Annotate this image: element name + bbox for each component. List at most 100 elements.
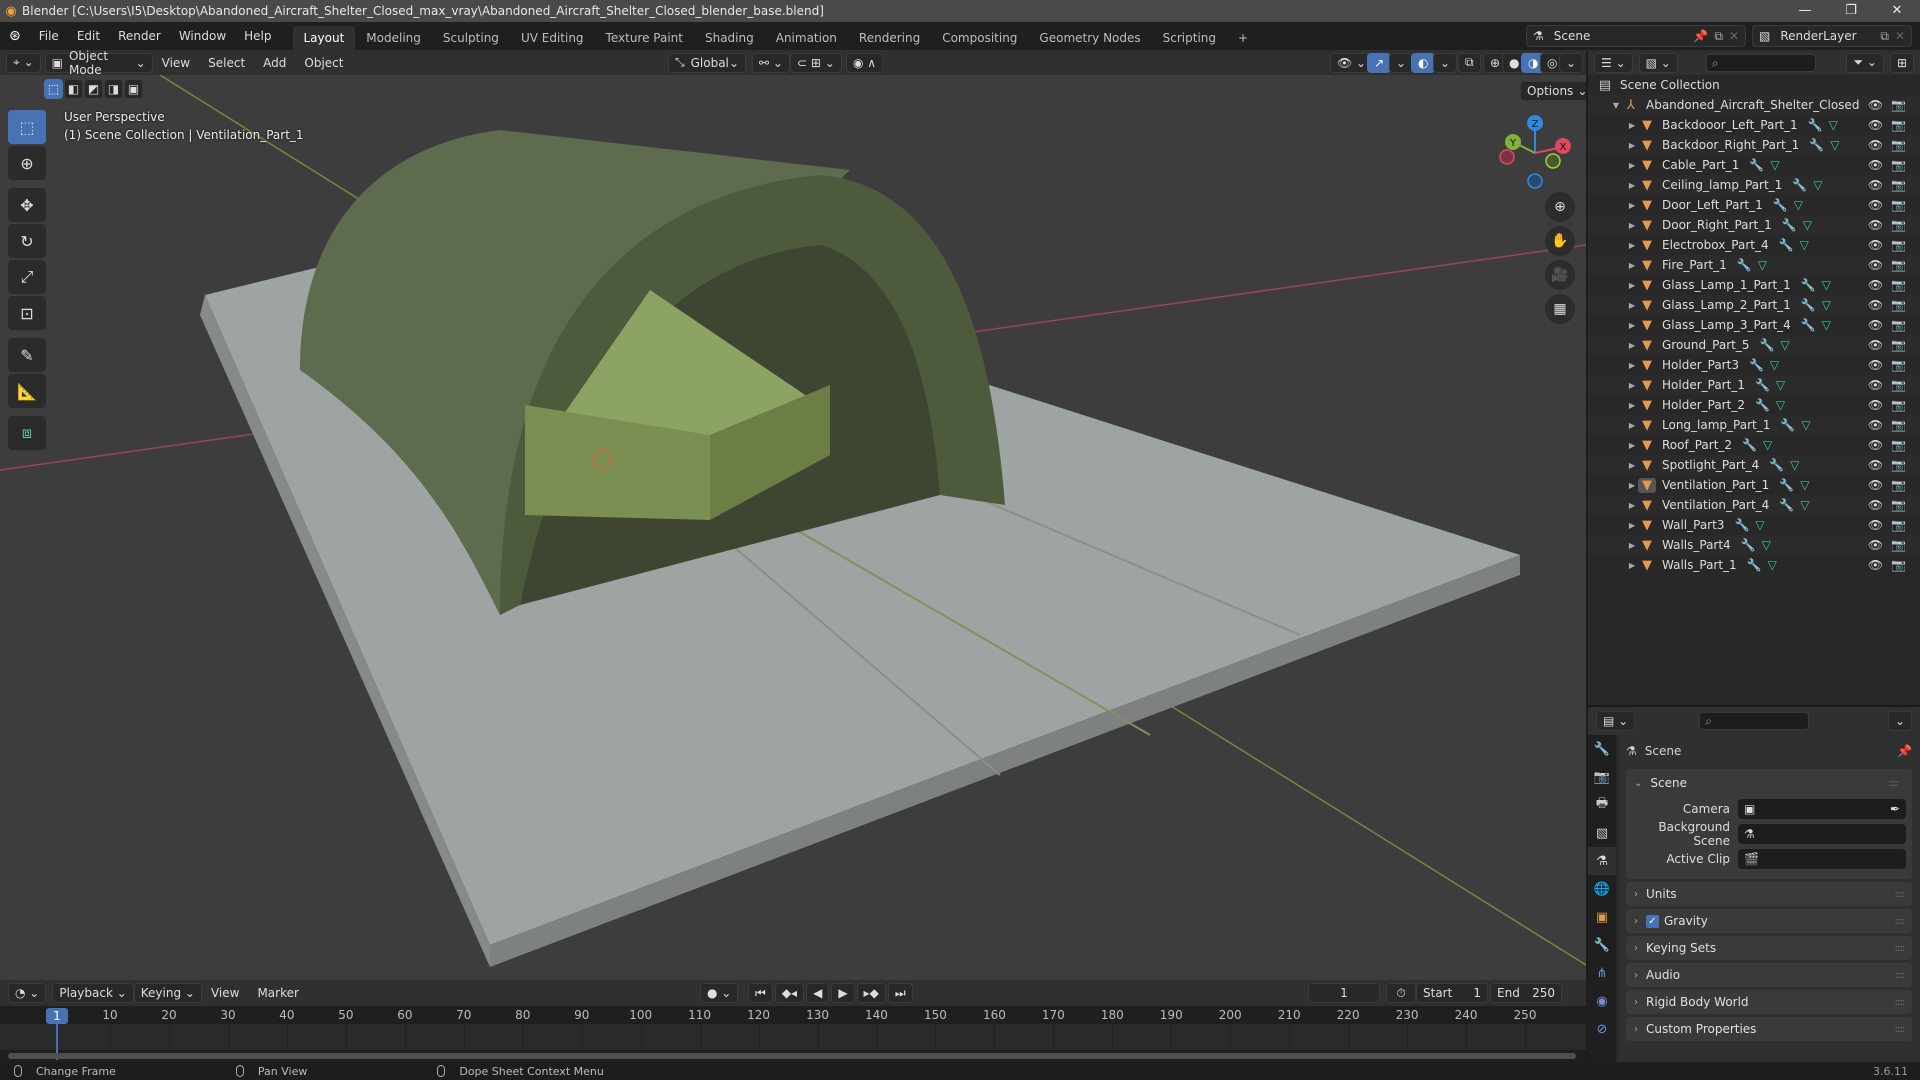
tab-layout[interactable]: Layout bbox=[292, 26, 356, 50]
playback-menu[interactable]: Playback ⌄ bbox=[52, 983, 134, 1003]
expand-arrow-icon[interactable]: ▶ bbox=[1626, 381, 1638, 390]
pan-hand-icon[interactable]: ✋ bbox=[1545, 226, 1575, 256]
proportional-edit-toggle[interactable]: ◉ ∧ bbox=[846, 52, 884, 73]
modifier-wrench-icon[interactable]: 🔧 bbox=[1741, 538, 1756, 552]
select-subtract-icon[interactable]: ◩ bbox=[84, 79, 103, 99]
shading-dropdown[interactable]: ⌄ bbox=[1559, 52, 1584, 73]
tab-compositing[interactable]: Compositing bbox=[931, 26, 1028, 50]
filter-button[interactable]: ⏷ ⌄ bbox=[1846, 52, 1884, 73]
eye-icon[interactable]: 👁 bbox=[1868, 298, 1883, 312]
expand-arrow-icon[interactable]: ▶ bbox=[1626, 301, 1638, 310]
mesh-data-icon[interactable]: ▽ bbox=[1800, 478, 1809, 492]
tool-tab-icon[interactable]: 🔧 bbox=[1588, 735, 1616, 763]
outliner-object-row[interactable]: ▶ ▼ Glass_Lamp_1_Part_1 🔧 ▽ 👁 📷 bbox=[1588, 275, 1920, 295]
eye-icon[interactable]: 👁 bbox=[1868, 178, 1883, 192]
mesh-data-icon[interactable]: ▽ bbox=[1829, 118, 1838, 132]
viewport-menu-select[interactable]: Select bbox=[199, 56, 254, 70]
render-camera-icon[interactable]: 📷 bbox=[1891, 438, 1906, 452]
drag-grip-icon[interactable]: :::: bbox=[1895, 916, 1906, 927]
eye-icon[interactable]: 👁 bbox=[1868, 278, 1883, 292]
modifier-wrench-icon[interactable]: 🔧 bbox=[1734, 518, 1749, 532]
tab-scripting[interactable]: Scripting bbox=[1152, 26, 1227, 50]
modifier-wrench-icon[interactable]: 🔧 bbox=[1749, 358, 1764, 372]
background-scene-field[interactable]: ⚗ bbox=[1738, 824, 1906, 844]
gravity-checkbox[interactable]: ✓ bbox=[1646, 914, 1659, 928]
render-camera-icon[interactable]: 📷 bbox=[1891, 458, 1906, 472]
tab-modeling[interactable]: Modeling bbox=[355, 26, 432, 50]
scene-section-header[interactable]: ⌄ Scene :::: bbox=[1626, 771, 1906, 795]
mesh-data-icon[interactable]: ▽ bbox=[1794, 198, 1803, 212]
new-view-layer-icon[interactable]: ⧉ bbox=[1880, 29, 1889, 44]
eye-icon[interactable]: 👁 bbox=[1868, 118, 1883, 132]
modifier-wrench-icon[interactable]: 🔧 bbox=[1779, 498, 1794, 512]
modifier-wrench-icon[interactable]: 🔧 bbox=[1755, 378, 1770, 392]
scene-selector[interactable]: ⚗ Scene 📌 ⧉ ✕ bbox=[1526, 25, 1746, 47]
modifier-wrench-icon[interactable]: 🔧 bbox=[1759, 338, 1774, 352]
mode-selector[interactable]: ▣ Object Mode ⌄ bbox=[44, 49, 153, 77]
physics-tab-icon[interactable]: ◉ bbox=[1588, 987, 1616, 1015]
modifier-wrench-icon[interactable]: 🔧 bbox=[1809, 138, 1824, 152]
eye-icon[interactable]: 👁 bbox=[1868, 398, 1883, 412]
render-camera-icon[interactable]: 📷 bbox=[1891, 198, 1906, 212]
menu-edit[interactable]: Edit bbox=[68, 29, 109, 43]
outliner-object-row[interactable]: ▶ ▼ Walls_Part4 🔧 ▽ 👁 📷 bbox=[1588, 535, 1920, 555]
timeline-menu-marker[interactable]: Marker bbox=[248, 986, 307, 1000]
current-frame-field[interactable]: 1 bbox=[1308, 983, 1380, 1003]
keying-menu[interactable]: Keying ⌄ bbox=[133, 983, 202, 1003]
outliner-object-row[interactable]: ▶ ▼ Door_Right_Part_1 🔧 ▽ 👁 📷 bbox=[1588, 215, 1920, 235]
collection-row[interactable]: ▼ ⅄ Abandoned_Aircraft_Shelter_Closed 👁 📷 bbox=[1588, 95, 1920, 115]
viewport-menu-add[interactable]: Add bbox=[254, 56, 295, 70]
viewport-menu-view[interactable]: View bbox=[153, 56, 199, 70]
render-camera-icon[interactable]: 📷 bbox=[1891, 398, 1906, 412]
outliner-object-row[interactable]: ▶ ▼ Electrobox_Part_4 🔧 ▽ 👁 📷 bbox=[1588, 235, 1920, 255]
render-camera-icon[interactable]: 📷 bbox=[1891, 118, 1906, 132]
mesh-data-icon[interactable]: ▽ bbox=[1762, 538, 1771, 552]
eye-icon[interactable]: 👁 bbox=[1868, 418, 1883, 432]
gizmo-neg-y-icon[interactable] bbox=[1545, 153, 1561, 169]
render-camera-icon[interactable]: 📷 bbox=[1891, 178, 1906, 192]
annotate-tool-icon[interactable]: ✎ bbox=[8, 338, 46, 372]
pin-icon[interactable]: 📌 bbox=[1897, 744, 1912, 758]
mesh-data-icon[interactable]: ▽ bbox=[1755, 518, 1764, 532]
rigid-body-world-panel[interactable]: › Rigid Body World:::: bbox=[1626, 990, 1912, 1014]
pivot-point-button[interactable]: ⚯ ⌄ bbox=[752, 52, 790, 73]
outliner-object-row[interactable]: ▶ ▼ Walls_Part_1 🔧 ▽ 👁 📷 bbox=[1588, 555, 1920, 575]
new-collection-button[interactable]: ⊞ bbox=[1889, 52, 1914, 73]
outliner-object-row[interactable]: ▶ ▼ Spotlight_Part_4 🔧 ▽ 👁 📷 bbox=[1588, 455, 1920, 475]
next-keyframe-icon[interactable]: ▸◆ bbox=[856, 983, 886, 1003]
mesh-data-icon[interactable]: ▽ bbox=[1763, 438, 1772, 452]
eye-icon[interactable]: 👁 bbox=[1868, 318, 1883, 332]
outliner-object-row[interactable]: ▶ ▼ Roof_Part_2 🔧 ▽ 👁 📷 bbox=[1588, 435, 1920, 455]
select-box-tool-icon[interactable]: ⬚ bbox=[8, 110, 46, 144]
new-scene-icon[interactable]: ⧉ bbox=[1714, 29, 1723, 44]
expand-arrow-icon[interactable]: ▶ bbox=[1626, 441, 1638, 450]
render-camera-icon[interactable]: 📷 bbox=[1891, 338, 1906, 352]
outliner-object-row[interactable]: ▶ ▼ Fire_Part_1 🔧 ▽ 👁 📷 bbox=[1588, 255, 1920, 275]
mesh-data-icon[interactable]: ▽ bbox=[1822, 278, 1831, 292]
modifier-wrench-icon[interactable]: 🔧 bbox=[1782, 218, 1797, 232]
frame-ruler[interactable]: 10 20 30 40 50 60 70 80 90 100 110 120 130 140 150 160 1… bbox=[0, 1006, 1586, 1024]
eye-icon[interactable]: 👁 bbox=[1868, 438, 1883, 452]
select-invert-icon[interactable]: ◨ bbox=[104, 79, 123, 99]
overlay-dropdown[interactable]: ⌄ bbox=[1433, 52, 1458, 73]
modifier-wrench-icon[interactable]: 🔧 bbox=[1755, 398, 1770, 412]
eye-icon[interactable]: 👁 bbox=[1868, 518, 1883, 532]
outliner-object-row[interactable]: ▶ ▼ Wall_Part3 🔧 ▽ 👁 📷 bbox=[1588, 515, 1920, 535]
scene-collection-row[interactable]: ▤ Scene Collection bbox=[1588, 75, 1920, 95]
timeline-menu-view[interactable]: View bbox=[202, 986, 248, 1000]
tab-texture-paint[interactable]: Texture Paint bbox=[595, 26, 694, 50]
modifier-wrench-icon[interactable]: 🔧 bbox=[1779, 478, 1794, 492]
view-layer-tab-icon[interactable]: ▧ bbox=[1588, 819, 1616, 847]
outliner-object-row[interactable]: ▶ ▼ Holder_Part_2 🔧 ▽ 👁 📷 bbox=[1588, 395, 1920, 415]
timeline-track-area[interactable] bbox=[0, 1024, 1586, 1050]
expand-arrow-icon[interactable]: ▶ bbox=[1626, 561, 1638, 570]
start-frame-field[interactable]: Start 1 bbox=[1416, 983, 1488, 1003]
play-reverse-icon[interactable]: ◀ bbox=[806, 983, 830, 1003]
gravity-panel[interactable]: › ✓ Gravity:::: bbox=[1626, 909, 1912, 933]
scale-tool-icon[interactable]: ⤢ bbox=[8, 260, 46, 294]
jump-end-icon[interactable]: ⏭ bbox=[887, 983, 913, 1003]
properties-editor-type-button[interactable]: ▤ ⌄ bbox=[1596, 711, 1636, 731]
modifier-wrench-icon[interactable]: 🔧 bbox=[1779, 238, 1794, 252]
display-mode-button[interactable]: ▧ ⌄ bbox=[1638, 52, 1678, 73]
properties-search-input[interactable]: ⌕ bbox=[1699, 712, 1810, 730]
